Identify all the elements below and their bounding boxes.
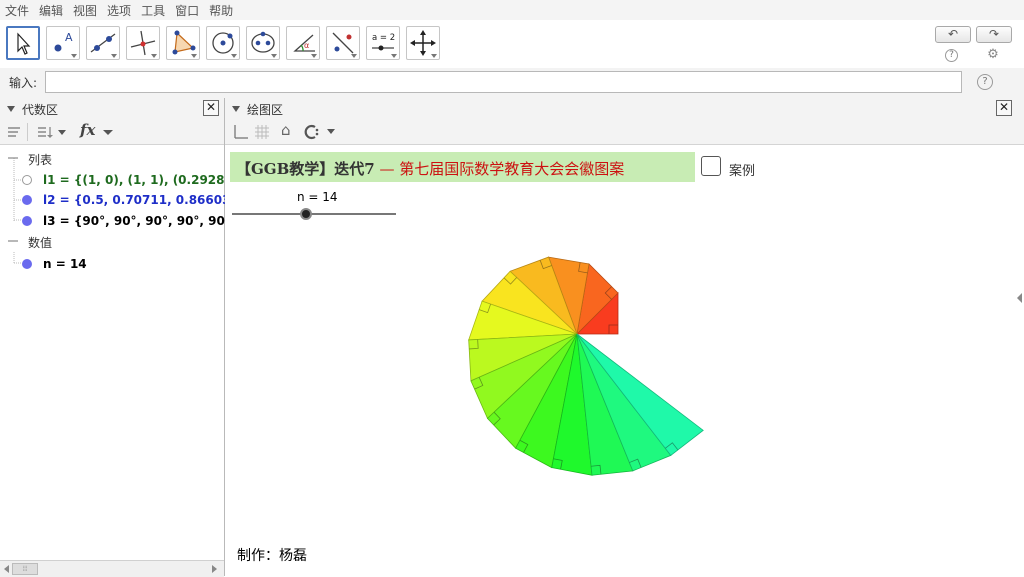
algebra-title: 代数区 [22, 103, 59, 117]
description-mode-icon[interactable] [6, 124, 22, 140]
polygon-tool-button[interactable] [166, 26, 200, 60]
algebra-view: 代数区 ✕ fx 列表 数值 l1 = {(1, 0), (1, 1), (0.… [0, 98, 237, 576]
slider-icon-text: a = 2 [372, 33, 395, 43]
n-visibility-toggle[interactable] [22, 259, 32, 269]
point-capture-icon[interactable] [303, 124, 339, 140]
line-tool-button[interactable] [86, 26, 120, 60]
input-label: 输入: [9, 76, 38, 90]
reflect-tool-button[interactable] [326, 26, 360, 60]
circle-tool-button[interactable] [206, 26, 240, 60]
menu-window[interactable]: 窗口 [170, 0, 204, 19]
cursor-arrow-icon [17, 32, 31, 55]
scroll-left-icon[interactable] [4, 565, 9, 573]
settings-gear-icon[interactable]: ⚙ [986, 48, 1000, 62]
perpendicular-tool-button[interactable] [126, 26, 160, 60]
fx-dropdown-chevron-icon[interactable] [102, 129, 114, 137]
emblem-canvas [468, 256, 704, 476]
svg-text:α: α [304, 41, 309, 50]
l3-visibility-toggle[interactable] [22, 216, 32, 226]
menu-help[interactable]: 帮助 [204, 0, 238, 19]
algebra-header: 代数区 ✕ [0, 98, 224, 121]
slider-tool-button[interactable]: a = 2 [366, 26, 400, 60]
redo-button[interactable]: ↷ [976, 26, 1012, 43]
sort-icon[interactable] [36, 124, 70, 140]
title-part-tutorial: 【GGB教学】迭代7 [236, 160, 375, 178]
algebra-item-l1[interactable]: l1 = {(1, 0), (1, 1), (0.29289, [43, 173, 237, 187]
menu-file[interactable]: 文件 [0, 0, 34, 19]
fx-input-icon[interactable]: fx [80, 121, 95, 139]
example-checkbox-label: 案例 [729, 164, 756, 179]
axes-toggle-icon[interactable] [231, 123, 249, 141]
title-part-dash: — [374, 160, 400, 178]
graphics-collapse-icon[interactable] [232, 106, 240, 112]
home-view-icon[interactable]: ⌂ [281, 121, 291, 139]
graphics-title: 绘图区 [247, 103, 284, 117]
grid-toggle-icon[interactable] [253, 123, 271, 141]
menu-options[interactable]: 选项 [102, 0, 136, 19]
menu-edit[interactable]: 编辑 [34, 0, 68, 19]
toolbar: A α a = 2 ↶ ↷ ? ⚙ [0, 20, 1024, 69]
graphics-style-bar: ⌂ [225, 120, 1024, 145]
menu-bar: 文件 编辑 视图 选项 工具 窗口 帮助 [0, 0, 1024, 21]
l2-visibility-toggle[interactable] [22, 195, 32, 205]
algebra-item-n[interactable]: n = 14 [43, 257, 87, 271]
input-bar: 输入: ? [0, 68, 1024, 99]
sidebar-expand-icon[interactable] [1017, 293, 1022, 303]
conic-tool-button[interactable] [246, 26, 280, 60]
group-lists-label[interactable]: 列表 [28, 151, 52, 168]
title-text: 【GGB教学】迭代7 — 第七届国际数学教育大会会徽图案 [236, 158, 624, 179]
scroll-right-icon[interactable] [212, 565, 217, 573]
toolbar-help-icon[interactable]: ? [945, 49, 958, 62]
algebra-collapse-icon[interactable] [7, 106, 15, 112]
graphics-close-button[interactable]: ✕ [996, 100, 1012, 116]
move-tool-button[interactable] [6, 26, 40, 60]
input-help-icon[interactable]: ? [977, 74, 993, 90]
algebra-style-bar: fx [0, 120, 224, 145]
input-field[interactable] [45, 71, 962, 93]
algebra-item-l3[interactable]: l3 = {90°, 90°, 90°, 90°, 90°, [43, 214, 235, 228]
algebra-item-l2[interactable]: l2 = {0.5, 0.70711, 0.86603, [43, 193, 235, 207]
algebra-close-button[interactable]: ✕ [203, 100, 219, 116]
scroll-thumb[interactable]: ⦙⦙⦙ [12, 563, 38, 575]
author-credit: 制作：杨磊 [237, 548, 307, 564]
group-numbers-label[interactable]: 数值 [28, 234, 52, 251]
point-tool-button[interactable]: A [46, 26, 80, 60]
title-part-subject: 第七届国际数学教育大会会徽图案 [399, 160, 625, 178]
angle-tool-button[interactable]: α [286, 26, 320, 60]
algebra-horizontal-scrollbar[interactable]: ⦙⦙⦙ [0, 560, 224, 577]
move-view-tool-button[interactable] [406, 26, 440, 60]
menu-view[interactable]: 视图 [68, 0, 102, 19]
graphics-header: 绘图区 ✕ [225, 98, 1024, 121]
undo-button[interactable]: ↶ [935, 26, 971, 43]
menu-tools[interactable]: 工具 [136, 0, 170, 19]
example-checkbox[interactable] [701, 156, 721, 176]
l1-visibility-toggle[interactable] [22, 175, 32, 185]
svg-text:A: A [65, 31, 73, 44]
